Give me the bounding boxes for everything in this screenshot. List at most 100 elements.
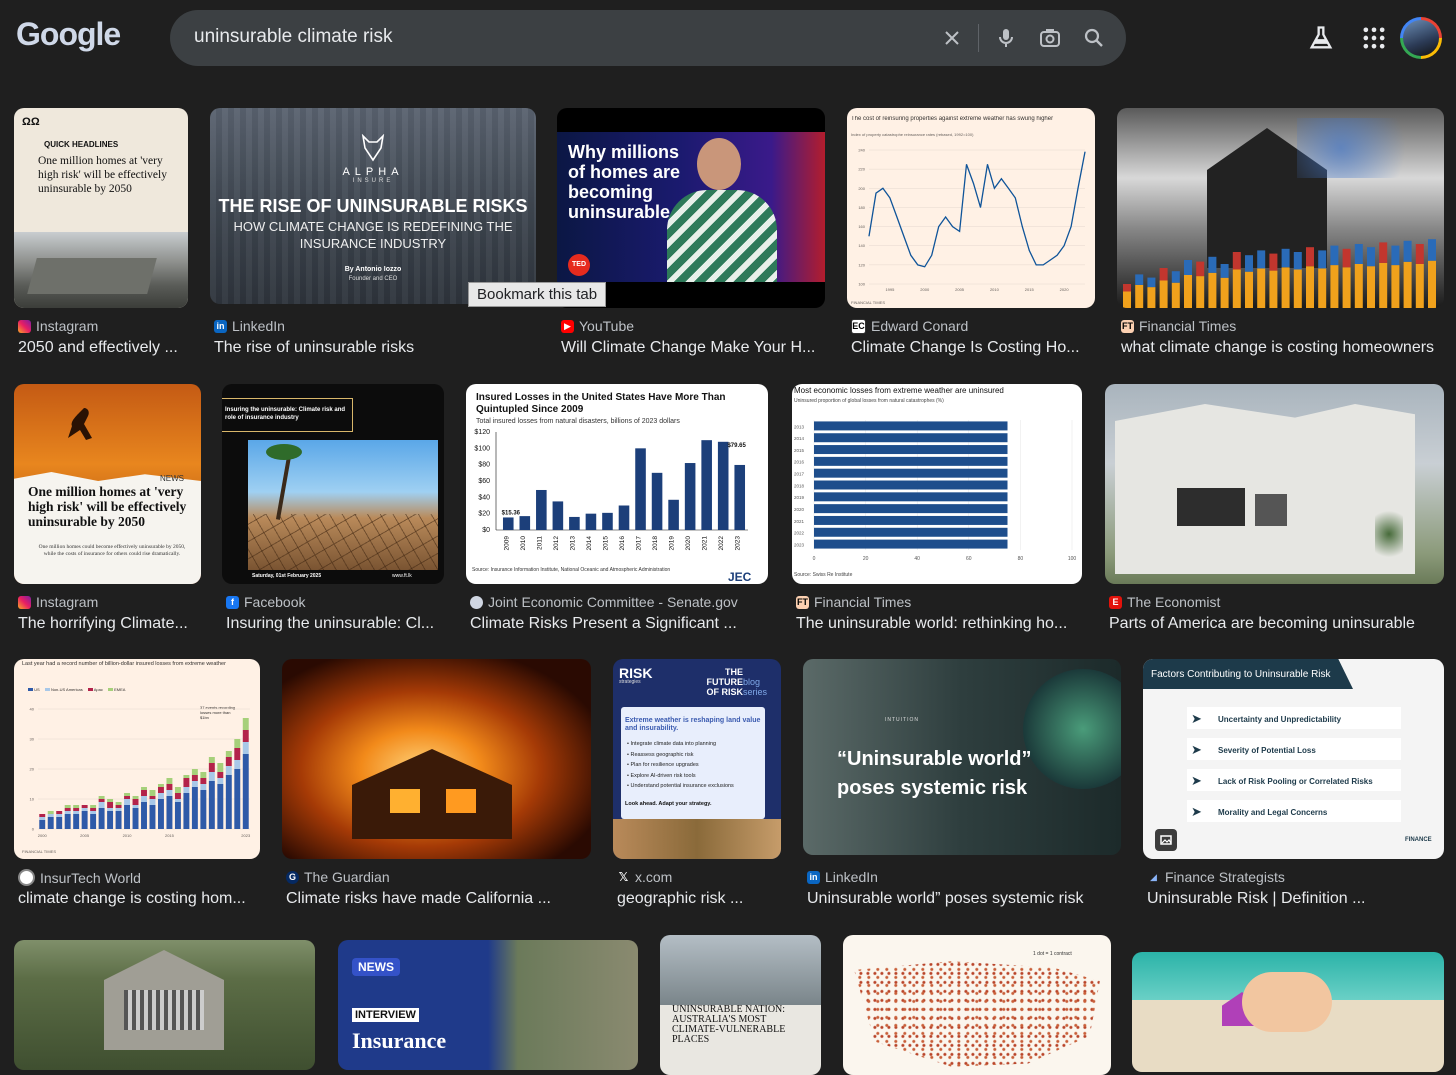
y-tick-label: 40: [30, 707, 35, 712]
image-result[interactable]: ALPHA INSURE THE RISE OF UNINSURABLE RIS…: [210, 108, 536, 358]
result-thumbnail[interactable]: [14, 940, 315, 1070]
image-result[interactable]: [14, 940, 315, 1070]
image-result[interactable]: FT Financial Times what climate change is…: [1117, 108, 1444, 358]
result-title[interactable]: Parts of America are becoming uninsurabl…: [1109, 615, 1444, 633]
search-box[interactable]: [170, 10, 1126, 66]
linkedin-icon: in: [807, 870, 820, 884]
bar: [602, 512, 613, 530]
result-title[interactable]: Climate risks have made California ...: [286, 890, 591, 908]
labs-flask-icon[interactable]: [1307, 24, 1335, 52]
result-title[interactable]: geographic risk ...: [617, 890, 781, 908]
result-title[interactable]: 2050 and effectively ...: [18, 339, 190, 357]
result-thumbnail[interactable]: [1132, 952, 1444, 1072]
result-title[interactable]: The rise of uninsurable risks: [214, 339, 536, 357]
overlay-bar: [1379, 262, 1388, 308]
result-source: ◢ Finance Strategists: [1147, 869, 1285, 885]
result-title[interactable]: Climate Risks Present a Significant ...: [470, 615, 768, 633]
bar-segment: [191, 775, 198, 781]
result-title[interactable]: Uninsurable world” poses systemic risk: [807, 890, 1121, 908]
image-result[interactable]: Insuring the uninsurable: Climate risk a…: [222, 384, 444, 634]
result-thumbnail[interactable]: Last year had a record number of billion…: [14, 659, 260, 859]
thumb-brand-sub: INSURE: [352, 178, 394, 184]
overlay-bar: [1391, 265, 1400, 308]
x-tick-label: 2005: [955, 287, 965, 292]
result-title[interactable]: Uninsurable Risk | Definition ...: [1147, 890, 1444, 908]
data-label: $15.36: [502, 510, 521, 516]
factor-item: Lack of Risk Pooling or Correlated Risks: [1218, 777, 1373, 786]
bar-segment: [64, 814, 71, 829]
google-logo[interactable]: Google: [16, 16, 121, 53]
image-result[interactable]: Insured Losses in the United States Have…: [466, 384, 768, 634]
image-result[interactable]: Factors Contributing to Uninsurable Risk…: [1143, 659, 1444, 909]
linkedin-icon: in: [214, 319, 227, 333]
image-result[interactable]: The cost of reinsuring properties agains…: [847, 108, 1095, 358]
result-thumbnail[interactable]: [282, 659, 591, 859]
bar-segment: [191, 781, 198, 787]
image-result[interactable]: [1132, 952, 1444, 1072]
image-result[interactable]: RISK strategies THE FUTURE OF RISK blog …: [613, 659, 781, 909]
image-result[interactable]: Last year had a record number of billion…: [14, 659, 260, 909]
search-input[interactable]: [192, 25, 916, 49]
result-thumbnail[interactable]: RISK strategies THE FUTURE OF RISK blog …: [613, 659, 781, 859]
bar-segment: [225, 757, 232, 766]
thumb-subheadline: HOW CLIMATE CHANGE IS REDEFINING THE INS…: [233, 219, 513, 251]
bar-segment: [56, 814, 63, 817]
thumb-headline: THE RISE OF UNINSURABLE RISKS: [218, 196, 528, 216]
result-title[interactable]: climate change is costing hom...: [18, 890, 260, 908]
result-thumbnail[interactable]: Factors Contributing to Uninsurable Risk…: [1143, 659, 1444, 859]
result-thumbnail[interactable]: Most economic losses from extreme weathe…: [792, 384, 1082, 584]
result-thumbnail[interactable]: INTUITION “Uninsurable world” poses syst…: [803, 659, 1121, 855]
result-thumbnail[interactable]: The cost of reinsuring properties agains…: [847, 108, 1095, 308]
bar: [814, 433, 1008, 443]
image-result[interactable]: NEWS INTERVIEW Insurance: [338, 940, 638, 1070]
overlay-bar: [1245, 255, 1253, 272]
image-result[interactable]: INTUITION “Uninsurable world” poses syst…: [803, 659, 1121, 909]
result-thumbnail[interactable]: [1117, 108, 1444, 308]
bar-segment: [115, 805, 122, 808]
x-tick-label: 2012: [553, 536, 560, 551]
image-result[interactable]: Most economic losses from extreme weathe…: [792, 384, 1082, 634]
overlay-bar: [1428, 260, 1436, 308]
result-title[interactable]: Climate Change Is Costing Ho...: [851, 339, 1095, 357]
apps-grid-icon[interactable]: [1360, 24, 1388, 52]
result-thumbnail[interactable]: Insured Losses in the United States Have…: [466, 384, 768, 584]
result-thumbnail[interactable]: UNINSURABLE NATION: AUSTRALIA'S MOST CLI…: [660, 935, 821, 1075]
result-title[interactable]: what climate change is costing homeowner…: [1121, 339, 1444, 357]
result-title[interactable]: The uninsurable world: rethinking ho...: [796, 615, 1082, 633]
factor-item: Severity of Potential Loss: [1218, 746, 1316, 755]
thumb-headline: UNINSURABLE NATION: AUSTRALIA'S MOST CLI…: [672, 1004, 786, 1045]
image-result[interactable]: E The Economist Parts of America are beco…: [1105, 384, 1444, 634]
image-result[interactable]: UNINSURABLE NATION: AUSTRALIA'S MOST CLI…: [660, 935, 821, 1075]
bar-segment: [73, 811, 80, 814]
image-result[interactable]: 1 dot = 1 contract: [843, 935, 1111, 1075]
result-title[interactable]: Will Climate Change Make Your H...: [561, 339, 823, 357]
result-thumbnail[interactable]: 1 dot = 1 contract: [843, 935, 1111, 1075]
result-thumbnail[interactable]: NEWS One million homes at 'very high ris…: [14, 384, 201, 584]
arrow-icon: ➤: [1191, 711, 1202, 726]
result-source: 𝕏x.com: [617, 869, 673, 885]
result-thumbnail[interactable]: ALPHA INSURE THE RISE OF UNINSURABLE RIS…: [210, 108, 536, 304]
camera-lens-icon[interactable]: [1038, 26, 1062, 50]
result-title[interactable]: The horrifying Climate...: [18, 615, 201, 633]
bar-segment: [234, 748, 241, 760]
data-point: [903, 235, 905, 237]
result-thumbnail[interactable]: [1105, 384, 1444, 584]
result-thumbnail[interactable]: Why millions of homes are becoming unins…: [557, 108, 825, 308]
microphone-icon[interactable]: [994, 26, 1018, 50]
image-result[interactable]: ΩΩ QUICK HEADLINES One million homes at …: [14, 108, 188, 358]
result-source: FT Financial Times: [1121, 318, 1236, 334]
top-bar: Google: [0, 0, 1456, 80]
result-thumbnail[interactable]: ΩΩ QUICK HEADLINES One million homes at …: [14, 108, 188, 308]
clear-icon[interactable]: [940, 26, 964, 50]
result-thumbnail[interactable]: Insuring the uninsurable: Climate risk a…: [222, 384, 444, 584]
account-avatar[interactable]: [1400, 17, 1442, 59]
thumb-logo: FINANCE: [1405, 837, 1432, 843]
image-result[interactable]: NEWS One million homes at 'very high ris…: [14, 384, 201, 634]
result-thumbnail[interactable]: NEWS INTERVIEW Insurance: [338, 940, 638, 1070]
result-title[interactable]: Insuring the uninsurable: Cl...: [226, 615, 444, 633]
image-result[interactable]: G The Guardian Climate risks have made Ca…: [282, 659, 591, 909]
image-result[interactable]: Why millions of homes are becoming unins…: [557, 108, 825, 358]
image-badge-icon[interactable]: [1155, 829, 1177, 851]
thumb-bullets: • Integrate climate data into planning •…: [627, 741, 734, 789]
search-icon[interactable]: [1082, 26, 1106, 50]
